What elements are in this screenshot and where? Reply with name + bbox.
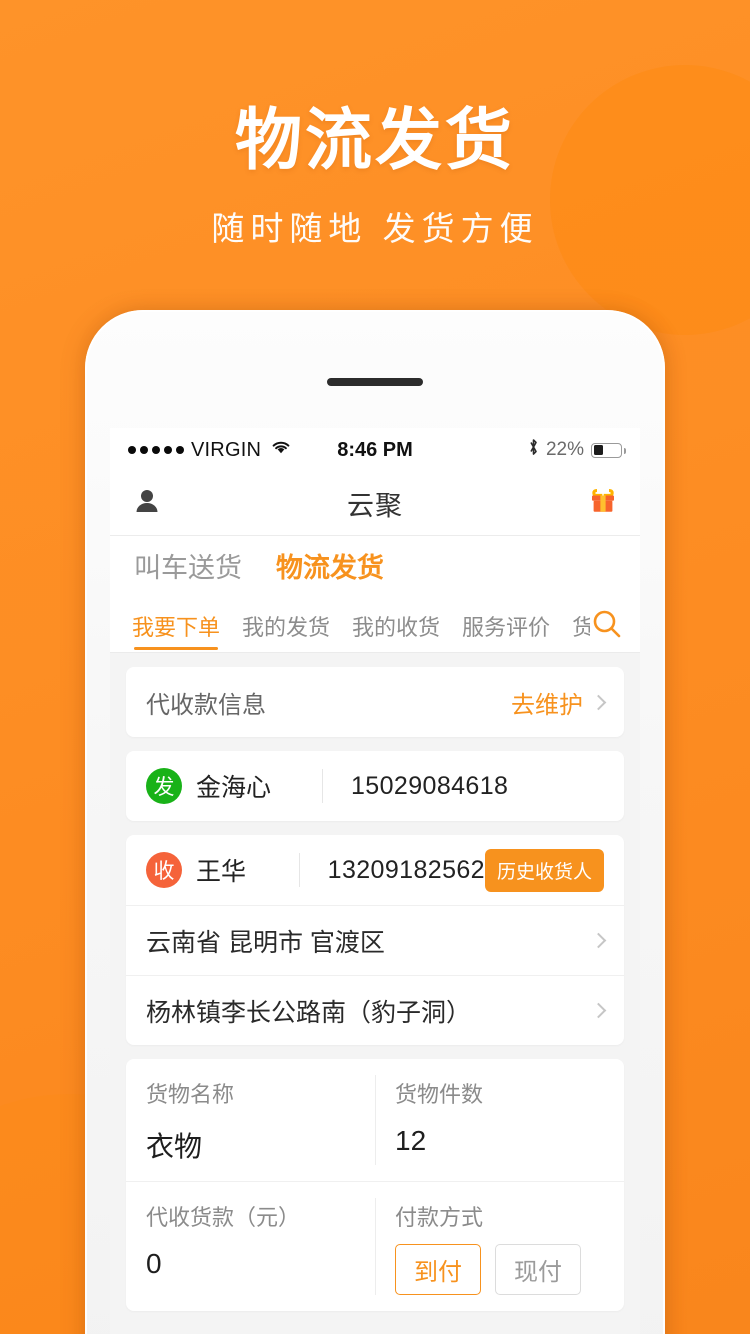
phone-screen: VIRGIN 8:46 PM 22% 云聚 叫车送货 物流发货 我要下单 我的发… — [110, 428, 640, 1334]
person-icon[interactable] — [132, 486, 162, 521]
receiver-row[interactable]: 收 王华 13209182562 历史收货人 — [126, 835, 624, 905]
search-icon[interactable] — [590, 607, 624, 641]
main-tab-call-delivery[interactable]: 叫车送货 — [134, 546, 242, 585]
signal-strength-icon — [128, 446, 184, 454]
wifi-icon — [270, 439, 292, 461]
address-region-action[interactable] — [590, 932, 607, 949]
address-detail-text: 杨林镇李长公路南（豹子洞） — [146, 998, 472, 1027]
payment-method-label: 付款方式 — [395, 1205, 484, 1230]
bluetooth-icon — [528, 438, 539, 462]
poster-subtitle: 随时随地 发货方便 — [211, 210, 539, 248]
goods-row-2: 代收货款（元） 0 付款方式 到付 现付 — [126, 1181, 624, 1311]
goods-count-label: 货物件数 — [395, 1082, 484, 1107]
page-title: 云聚 — [347, 491, 403, 521]
sender-row[interactable]: 发 金海心 15029084618 — [126, 751, 624, 821]
goods-name-cell[interactable]: 货物名称 衣物 — [126, 1059, 375, 1181]
payment-option-prepaid[interactable]: 现付 — [495, 1244, 581, 1295]
goods-name-label: 货物名称 — [146, 1082, 235, 1107]
goods-name-value[interactable]: 衣物 — [146, 1125, 355, 1165]
address-detail-action[interactable] — [590, 1002, 607, 1019]
battery-percent-label: 22% — [545, 439, 584, 460]
order-form-content: 代收款信息 去维护 发 金海心 15029084618 收 王华 1320918… — [110, 653, 640, 1334]
sub-tab-my-shipments[interactable]: 我的发货 — [242, 610, 330, 652]
receiver-badge-icon: 收 — [146, 852, 182, 888]
address-detail-row[interactable]: 杨林镇李长公路南（豹子洞） — [126, 975, 624, 1045]
sender-card: 发 金海心 15029084618 — [126, 751, 624, 821]
cod-amount-cell[interactable]: 代收货款（元） 0 — [126, 1182, 375, 1311]
goods-count-value[interactable]: 12 — [395, 1125, 604, 1161]
main-tab-bar: 叫车送货 物流发货 — [110, 536, 640, 597]
poster-title: 物流发货 — [235, 103, 515, 178]
sub-tab-service-review[interactable]: 服务评价 — [462, 610, 550, 652]
receiver-card: 收 王华 13209182562 历史收货人 云南省 昆明市 官渡区 杨林镇李长… — [126, 835, 624, 1045]
cod-info-action[interactable]: 去维护 — [511, 685, 607, 720]
carrier-label: VIRGIN — [191, 438, 262, 461]
phone-mockup: VIRGIN 8:46 PM 22% 云聚 叫车送货 物流发货 我要下单 我的发… — [85, 310, 665, 1334]
payment-option-on-delivery[interactable]: 到付 — [395, 1244, 481, 1295]
sender-name[interactable]: 金海心 — [196, 768, 322, 804]
cod-info-card: 代收款信息 去维护 — [126, 667, 624, 737]
chevron-right-icon — [590, 932, 607, 949]
goods-count-cell[interactable]: 货物件数 12 — [375, 1059, 624, 1181]
address-region-row[interactable]: 云南省 昆明市 官渡区 — [126, 905, 624, 975]
payment-method-cell: 付款方式 到付 现付 — [375, 1182, 624, 1311]
divider — [298, 853, 300, 887]
sub-tab-my-receipts[interactable]: 我的收货 — [352, 610, 440, 652]
sender-badge-icon: 发 — [146, 768, 182, 804]
status-bar-left: VIRGIN — [128, 439, 292, 462]
poster-hero: 物流发货 随时随地 发货方便 — [0, 0, 750, 250]
divider — [322, 769, 323, 803]
battery-icon — [591, 442, 626, 458]
receiver-name[interactable]: 王华 — [196, 852, 299, 888]
sender-phone[interactable]: 15029084618 — [351, 772, 508, 801]
receiver-phone[interactable]: 13209182562 — [328, 856, 485, 885]
goods-row-1: 货物名称 衣物 货物件数 12 — [126, 1059, 624, 1181]
cod-amount-value[interactable]: 0 — [146, 1248, 355, 1284]
status-bar-right: 22% — [528, 438, 626, 462]
status-bar: VIRGIN 8:46 PM 22% — [110, 428, 640, 472]
cod-maintain-link[interactable]: 去维护 — [511, 685, 583, 720]
chevron-right-icon — [590, 694, 607, 710]
main-tab-logistics-shipping[interactable]: 物流发货 — [276, 546, 384, 585]
cod-amount-label: 代收货款（元） — [146, 1205, 301, 1230]
goods-card: 货物名称 衣物 货物件数 12 代收货款（元） 0 付款方式 到付 现付 — [126, 1059, 624, 1311]
phone-earpiece — [327, 378, 423, 386]
app-navbar: 云聚 — [110, 472, 640, 536]
sub-tab-place-order[interactable]: 我要下单 — [132, 610, 220, 652]
gift-icon[interactable] — [588, 486, 618, 521]
cod-info-row[interactable]: 代收款信息 去维护 — [126, 667, 624, 737]
history-receiver-button[interactable]: 历史收货人 — [484, 848, 604, 892]
cod-info-label: 代收款信息 — [146, 691, 266, 719]
address-region-text: 云南省 昆明市 官渡区 — [146, 928, 385, 957]
payment-method-toggle: 到付 现付 — [395, 1244, 604, 1295]
chevron-right-icon — [590, 1002, 607, 1019]
sub-tab-bar: 我要下单 我的发货 我的收货 服务评价 货款 — [110, 597, 640, 653]
